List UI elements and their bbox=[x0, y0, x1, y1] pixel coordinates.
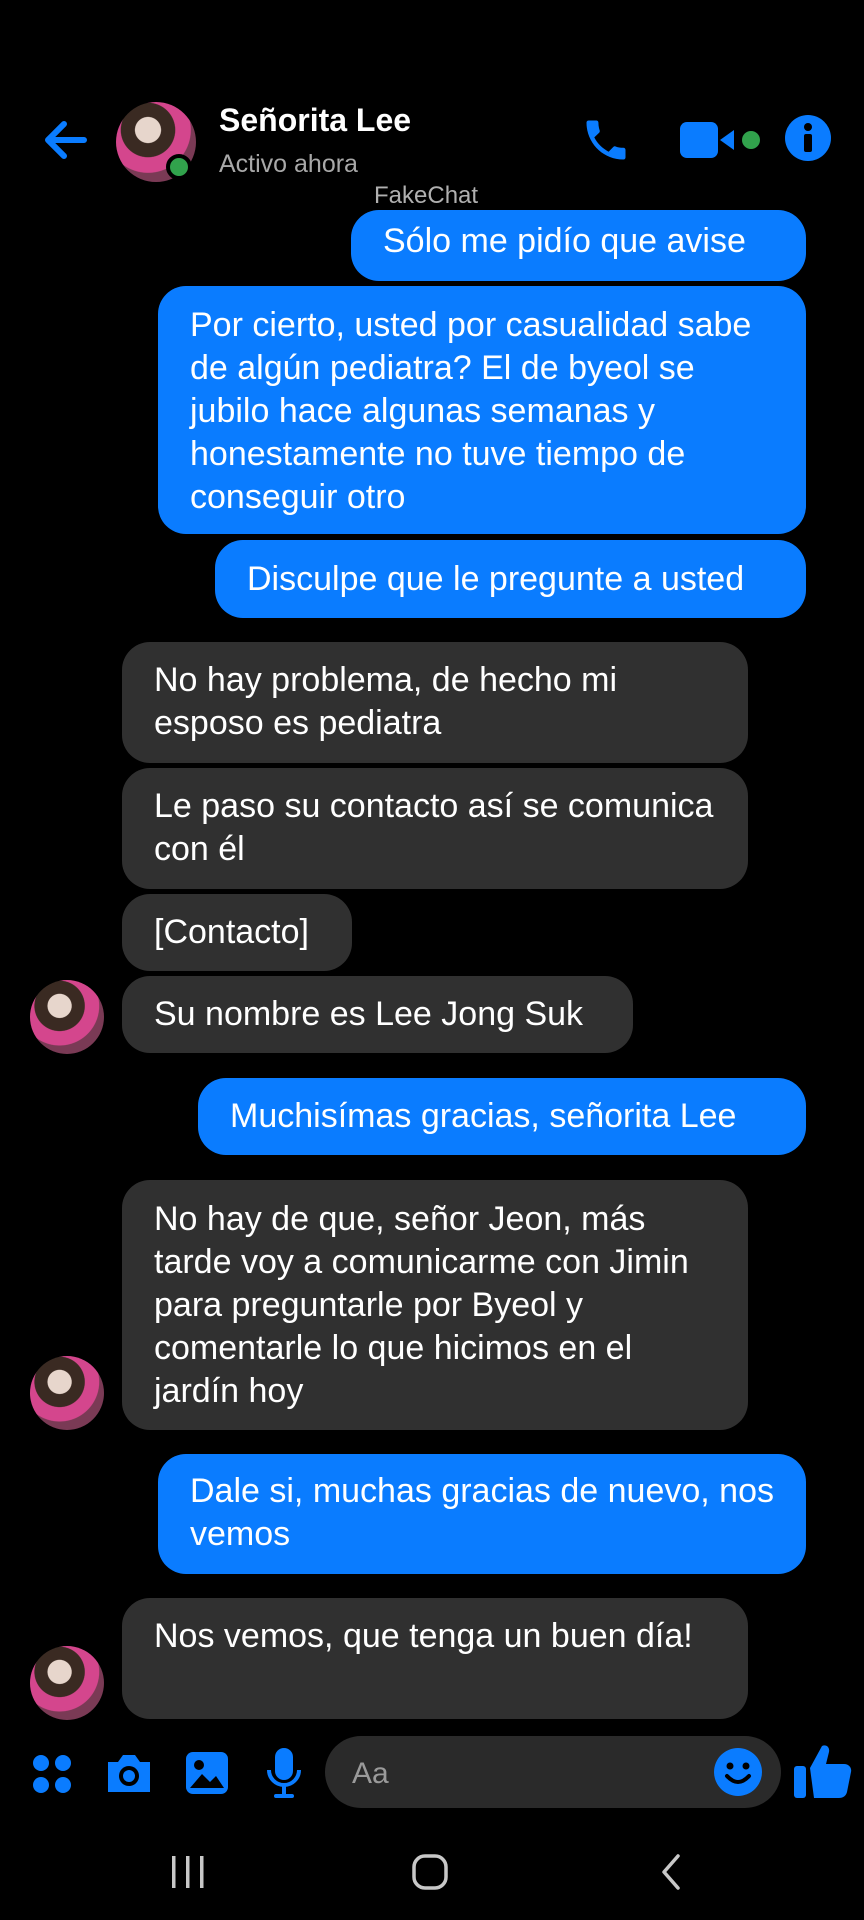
chat-header: Señorita Lee Activo ahora FakeChat bbox=[0, 0, 864, 209]
incoming-message[interactable]: No hay de que, señor Jeon, más tarde voy… bbox=[122, 1180, 748, 1430]
home-icon[interactable] bbox=[410, 1852, 450, 1892]
contact-name[interactable]: Señorita Lee bbox=[219, 102, 411, 139]
incoming-message[interactable]: Le paso su contacto así se comunica con … bbox=[122, 768, 748, 889]
outgoing-message[interactable]: Dale si, muchas gracias de nuevo, nos ve… bbox=[158, 1454, 806, 1574]
outgoing-message[interactable]: Disculpe que le pregunte a usted bbox=[215, 540, 806, 618]
thumbs-up-icon[interactable] bbox=[792, 1740, 854, 1800]
gallery-icon[interactable] bbox=[184, 1750, 230, 1796]
contact-avatar-small bbox=[30, 980, 104, 1054]
incoming-message[interactable]: No hay problema, de hecho mi esposo es p… bbox=[122, 642, 748, 763]
microphone-icon[interactable] bbox=[266, 1746, 302, 1800]
phone-icon[interactable] bbox=[580, 114, 632, 166]
recents-icon[interactable] bbox=[168, 1854, 208, 1890]
message-input-placeholder: Aa bbox=[352, 1757, 389, 1790]
contact-card-message[interactable]: [Contacto] bbox=[122, 894, 352, 971]
outgoing-message[interactable]: Muchisímas gracias, señorita Lee bbox=[198, 1078, 806, 1155]
emoji-icon[interactable] bbox=[712, 1746, 764, 1798]
contact-avatar-small bbox=[30, 1646, 104, 1720]
video-camera-icon[interactable] bbox=[678, 118, 768, 164]
active-status: Activo ahora bbox=[219, 150, 358, 178]
outgoing-message[interactable]: Por cierto, usted por casualidad sabe de… bbox=[158, 286, 806, 534]
camera-icon[interactable] bbox=[104, 1750, 154, 1796]
contact-avatar-small bbox=[30, 1356, 104, 1430]
back-icon[interactable] bbox=[656, 1852, 686, 1892]
back-arrow-icon[interactable] bbox=[38, 112, 94, 168]
outgoing-message[interactable]: Sólo me pidío que avise bbox=[351, 210, 806, 281]
watermark: FakeChat bbox=[374, 182, 479, 209]
apps-icon[interactable] bbox=[30, 1752, 74, 1796]
incoming-message[interactable]: Nos vemos, que tenga un buen día! bbox=[122, 1598, 748, 1719]
online-status-dot bbox=[166, 154, 192, 180]
incoming-message[interactable]: Su nombre es Lee Jong Suk bbox=[122, 976, 633, 1053]
info-icon[interactable] bbox=[784, 114, 832, 162]
